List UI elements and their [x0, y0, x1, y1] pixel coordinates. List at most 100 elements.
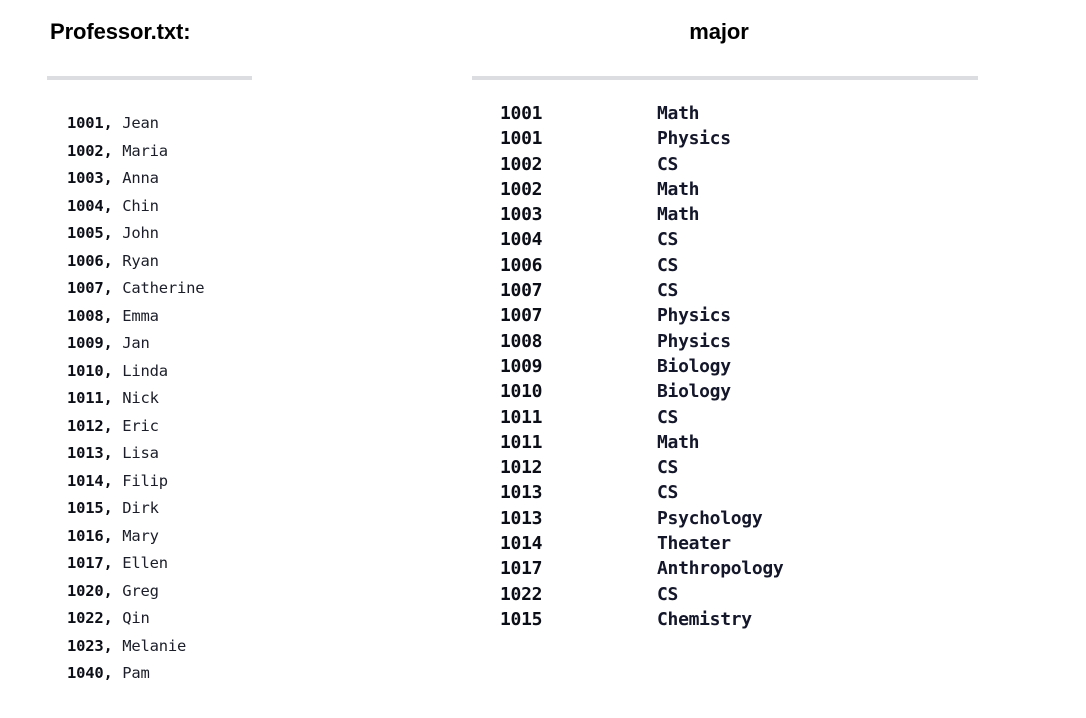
major-table-row: 1002 CS [500, 152, 1060, 177]
professor-name: Lisa [122, 444, 159, 462]
major-row-major-name: Theater [657, 533, 731, 555]
professor-id: 1002 [67, 141, 104, 160]
professor-field-separator: , [103, 361, 123, 380]
professor-id: 1012 [67, 416, 104, 435]
major-row-professor-id: 1011 [500, 431, 543, 453]
professor-list-item: 1006, Ryan [67, 248, 447, 276]
professor-name: Catherine [122, 279, 205, 297]
major-row-professor-id: 1006 [500, 254, 543, 276]
professor-name: Emma [122, 306, 159, 325]
major-table-row: 1008 Physics [500, 329, 1060, 354]
professor-list-item: 1001, Jean [67, 110, 447, 138]
professor-field-separator: , [103, 224, 123, 242]
professor-id: 1040 [67, 664, 104, 682]
professor-id: 1008 [67, 306, 104, 325]
professor-list-item: 1012, Eric [67, 413, 447, 441]
professor-id: 1009 [67, 334, 104, 352]
professor-field-separator: , [103, 471, 123, 490]
major-row-professor-id: 1001 [500, 103, 543, 124]
major-table-row: 1013 CS [500, 480, 1060, 505]
major-row-major-name: Anthropology [657, 558, 784, 580]
professor-list-item: 1009, Jan [67, 330, 447, 358]
major-table-row: 1017 Anthropology [500, 556, 1060, 581]
major-table: 1001 Math 1001 Physics 1002 CS 1002 Math 1003 Mat… [500, 101, 1060, 632]
major-table-row: 1012 CS [500, 455, 1060, 480]
professor-field-separator: , [103, 169, 123, 187]
professor-name: Filip [122, 471, 168, 490]
professor-list-item: 1003, Anna [67, 165, 447, 193]
professor-name: Anna [122, 169, 159, 187]
major-row-professor-id: 1004 [500, 229, 543, 251]
major-row-professor-id: 1003 [500, 204, 543, 226]
professor-list-item: 1005, John [67, 220, 447, 248]
professor-id: 1006 [67, 251, 104, 270]
professor-list-item: 1022, Qin [67, 605, 447, 633]
major-row-professor-id: 1002 [500, 153, 543, 175]
major-table-row: 1011 Math [500, 430, 1060, 455]
major-row-professor-id: 1002 [500, 178, 543, 200]
major-table-row: 1013 Psychology [500, 506, 1060, 531]
major-table-title: major [689, 19, 749, 44]
professor-list-item: 1020, Greg [67, 578, 447, 606]
major-row-major-name: Physics [657, 305, 731, 327]
professor-list-item: 1011, Nick [67, 385, 447, 413]
professor-id: 1022 [67, 609, 104, 627]
professor-name: Melanie [122, 636, 187, 655]
professor-list-item: 1008, Emma [67, 303, 447, 331]
major-table-row: 1002 Math [500, 177, 1060, 202]
major-row-professor-id: 1017 [500, 558, 543, 580]
professor-name: Mary [122, 526, 159, 545]
professor-name: Nick [122, 389, 159, 407]
professor-name: Qin [122, 609, 150, 627]
major-row-major-name: CS [657, 482, 679, 504]
professor-id: 1001 [67, 114, 104, 132]
professor-field-separator: , [103, 554, 123, 572]
professor-name: Maria [122, 141, 168, 160]
major-row-professor-id: 1014 [500, 533, 543, 555]
professor-field-separator: , [103, 609, 123, 627]
professor-field-separator: , [103, 664, 123, 682]
major-table-row: 1006 CS [500, 253, 1060, 278]
professor-field-separator: , [103, 444, 123, 462]
professor-name: Chin [122, 196, 159, 215]
major-row-professor-id: 1001 [500, 128, 543, 150]
major-row-major-name: Math [657, 178, 700, 200]
major-row-major-name: Chemistry [657, 608, 752, 630]
professor-name: Pam [122, 664, 150, 682]
professor-name: Ellen [122, 554, 168, 572]
professor-id: 1013 [67, 444, 104, 462]
professor-id: 1011 [67, 389, 104, 407]
professor-id: 1004 [67, 196, 104, 215]
major-table-row: 1001 Physics [500, 126, 1060, 151]
professor-title-divider [47, 76, 252, 80]
professor-field-separator: , [103, 526, 123, 545]
professor-list-item: 1040, Pam [67, 660, 447, 688]
professor-field-separator: , [103, 499, 123, 517]
professor-field-separator: , [103, 581, 123, 600]
professor-list-item: 1014, Filip [67, 468, 447, 496]
professor-list-item: 1002, Maria [67, 138, 447, 166]
professor-list: 1001, Jean 1002, Maria 1003, Anna 1004, Chi… [67, 110, 447, 688]
major-table-row: 1001 Math [500, 101, 1060, 126]
major-row-major-name: CS [657, 457, 679, 479]
major-row-professor-id: 1013 [500, 482, 543, 504]
major-table-row: 1007 Physics [500, 303, 1060, 328]
professor-list-item: 1016, Mary [67, 523, 447, 551]
major-table-row: 1022 CS [500, 582, 1060, 607]
major-row-professor-id: 1009 [500, 355, 543, 377]
professor-file-title: Professor.txt: [50, 19, 191, 44]
major-row-professor-id: 1008 [500, 330, 543, 352]
professor-name: Eric [122, 416, 159, 435]
major-table-row: 1007 CS [500, 278, 1060, 303]
major-row-major-name: Math [657, 204, 700, 226]
major-row-major-name: CS [657, 153, 679, 175]
professor-list-item: 1004, Chin [67, 193, 447, 221]
professor-list-item: 1007, Catherine [67, 275, 447, 303]
professor-id: 1003 [67, 169, 104, 187]
professor-field-separator: , [103, 114, 123, 132]
professor-field-separator: , [103, 636, 123, 655]
major-table-row: 1003 Math [500, 202, 1060, 227]
major-row-major-name: Physics [657, 128, 731, 150]
professor-id: 1010 [67, 361, 104, 380]
major-row-major-name: Biology [657, 355, 731, 377]
